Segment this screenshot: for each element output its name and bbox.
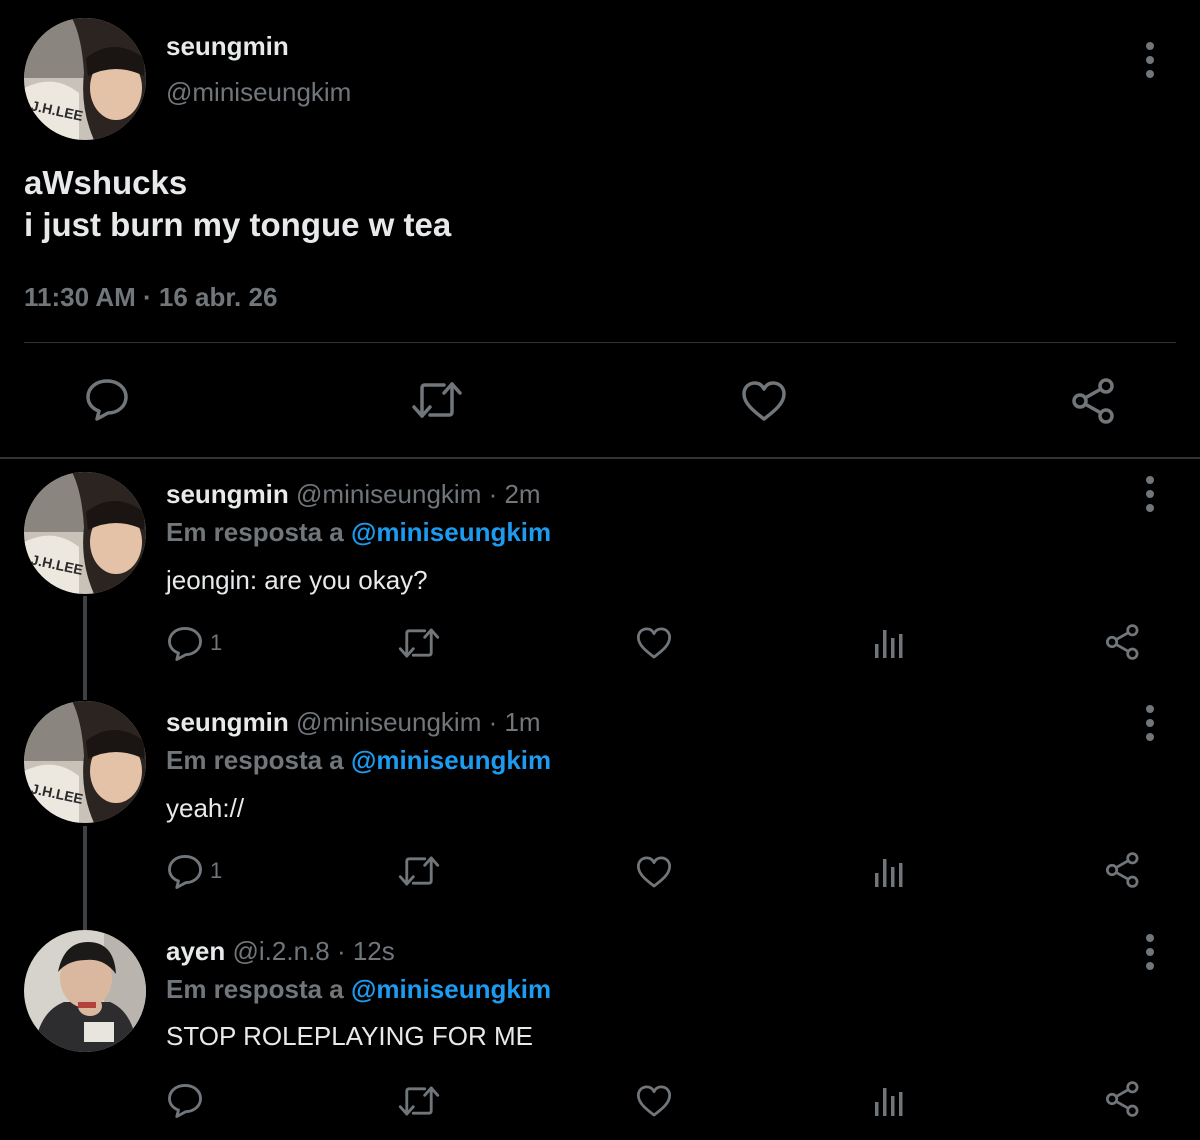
main-more-options-icon[interactable] (1142, 42, 1158, 78)
share-icon[interactable] (1104, 1081, 1142, 1117)
replying-to-prefix: Em resposta a (166, 745, 351, 775)
replying-to-mention[interactable]: @miniseungkim (351, 517, 551, 547)
reply-more-options-icon[interactable] (1142, 934, 1158, 970)
reply-icon[interactable] (84, 378, 130, 422)
replying-to-line: Em resposta a @miniseungkim (166, 744, 551, 776)
like-icon[interactable] (636, 626, 672, 660)
reply-text: yeah:// (166, 793, 245, 823)
reply-avatar[interactable] (24, 930, 146, 1052)
main-author-avatar[interactable]: J.H.LEE (24, 18, 146, 140)
like-icon[interactable] (636, 1084, 672, 1118)
thread-connector-line (83, 826, 87, 930)
reply-header: seungmin @miniseungkim · 2m (166, 478, 541, 510)
reply-handle-time[interactable]: @i.2.n.8 · 12s (233, 936, 395, 966)
retweet-icon[interactable] (397, 626, 441, 660)
replying-to-prefix: Em resposta a (166, 974, 351, 1004)
replying-to-line: Em resposta a @miniseungkim (166, 973, 551, 1005)
reply-avatar[interactable]: J.H.LEE (24, 701, 146, 823)
retweet-icon[interactable] (410, 380, 464, 420)
analytics-icon[interactable] (872, 1082, 906, 1118)
reply-text: jeongin: are you okay? (166, 565, 428, 595)
section-divider (0, 457, 1200, 459)
thread-connector-line (83, 596, 87, 700)
share-icon[interactable] (1104, 624, 1142, 660)
reply-author-name[interactable]: seungmin (166, 479, 289, 509)
reply-more-options-icon[interactable] (1142, 705, 1158, 741)
retweet-icon[interactable] (397, 854, 441, 888)
main-tweet-text: aWshucks i just burn my tongue w tea (24, 162, 451, 246)
main-divider (24, 342, 1176, 343)
reply-handle-time[interactable]: @miniseungkim · 2m (296, 479, 541, 509)
like-icon[interactable] (636, 855, 672, 889)
like-icon[interactable] (741, 380, 787, 422)
reply-author-name[interactable]: seungmin (166, 707, 289, 737)
reply-icon[interactable] (166, 626, 204, 662)
reply-author-name[interactable]: ayen (166, 936, 225, 966)
analytics-icon[interactable] (872, 853, 906, 889)
analytics-icon[interactable] (872, 624, 906, 660)
share-icon[interactable] (1070, 378, 1118, 424)
replying-to-mention[interactable]: @miniseungkim (351, 745, 551, 775)
main-tweet-line2: i just burn my tongue w tea (24, 206, 452, 243)
reply-icon[interactable] (166, 854, 204, 890)
main-tweet-line1: aWshucks (24, 164, 188, 201)
reply-header: ayen @i.2.n.8 · 12s (166, 935, 395, 967)
reply-count: 1 (210, 630, 223, 655)
reply-text: STOP ROLEPLAYING FOR ME (166, 1021, 533, 1051)
retweet-icon[interactable] (397, 1084, 441, 1118)
replying-to-line: Em resposta a @miniseungkim (166, 516, 551, 548)
share-icon[interactable] (1104, 852, 1142, 888)
main-author-name[interactable]: seungmin (166, 30, 289, 62)
reply-handle-time[interactable]: @miniseungkim · 1m (296, 707, 541, 737)
reply-more-options-icon[interactable] (1142, 476, 1158, 512)
main-tweet-timestamp[interactable]: 11:30 AM · 16 abr. 26 (24, 280, 277, 314)
reply-avatar[interactable]: J.H.LEE (24, 472, 146, 594)
reply-header: seungmin @miniseungkim · 1m (166, 706, 541, 738)
replying-to-prefix: Em resposta a (166, 517, 351, 547)
reply-count: 1 (210, 858, 223, 883)
replying-to-mention[interactable]: @miniseungkim (351, 974, 551, 1004)
main-author-handle[interactable]: @miniseungkim (166, 76, 351, 108)
reply-icon[interactable] (166, 1083, 204, 1119)
